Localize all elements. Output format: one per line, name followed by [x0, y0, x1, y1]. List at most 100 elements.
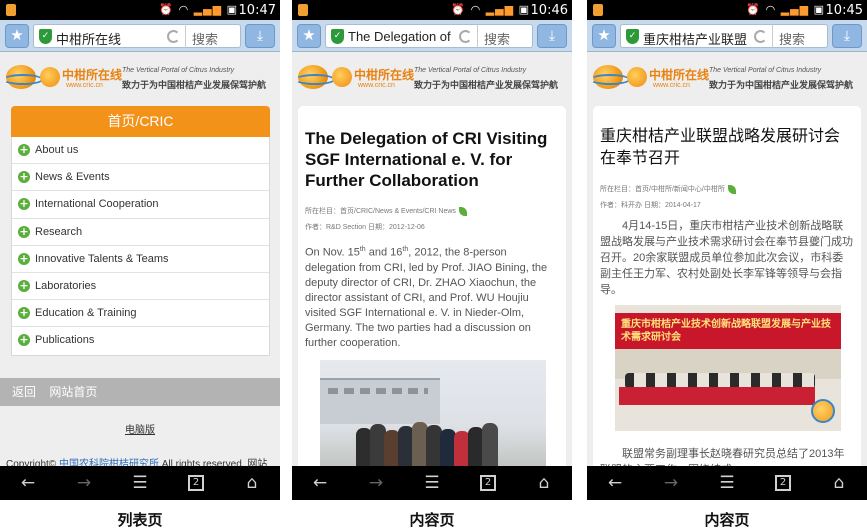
- phone-content-page-en: ⏰ ◠ ▂▄▆ ▣ 10:46 ★ ✓ The Delegation of C …: [292, 0, 572, 500]
- article-card: The Delegation of CRI Visiting SGF Inter…: [298, 106, 566, 466]
- article-column: 所在栏目：首页/中柑所/新闻中心/中柑所: [600, 184, 855, 194]
- reload-icon[interactable]: [754, 30, 767, 43]
- address-bar[interactable]: ✓ The Delegation of C: [325, 24, 477, 48]
- android-nav-bar: ← → ☰ 2 ⌂: [292, 466, 572, 500]
- body-text-2: and 16: [365, 246, 403, 259]
- desktop-version-link[interactable]: 电脑版: [0, 421, 280, 436]
- site-header: 中柑所在线 www.cric.cn The Vertical Portal of…: [0, 53, 280, 101]
- column-path: 所在栏目：首页/CRIC/News & Events/CRI News: [305, 208, 456, 215]
- tabs-icon[interactable]: 2: [460, 466, 516, 500]
- menu-item-laboratories[interactable]: + Laboratories: [12, 273, 269, 301]
- shield-icon: ✓: [331, 29, 344, 44]
- back-arrow-icon[interactable]: ←: [0, 466, 56, 500]
- reload-icon[interactable]: [167, 30, 180, 43]
- browser-toolbar: ★ ✓ The Delegation of C 搜索 ⤓: [292, 20, 572, 52]
- article-body: On Nov. 15th and 16th, 2012, the 8-perso…: [305, 242, 559, 351]
- download-button[interactable]: ⤓: [537, 24, 567, 48]
- menu-icon[interactable]: ☰: [699, 466, 755, 500]
- notification-icon: [593, 4, 603, 16]
- body-text-1: On Nov. 15: [305, 246, 360, 259]
- shield-icon: ✓: [39, 29, 52, 44]
- menu-item-international-cooperation[interactable]: + International Cooperation: [12, 191, 269, 219]
- search-input[interactable]: 搜索: [477, 24, 533, 48]
- bookmark-star-button[interactable]: ★: [297, 24, 321, 48]
- site-home-link[interactable]: 网站首页: [49, 385, 97, 399]
- status-icons: ⏰ ◠ ▂▄▆ ▣: [746, 3, 825, 16]
- site-logo-text: 中柑所在线: [354, 68, 415, 82]
- forward-arrow-icon[interactable]: →: [643, 466, 699, 500]
- menu-item-label: Innovative Talents & Teams: [35, 252, 169, 265]
- forward-arrow-icon[interactable]: →: [348, 466, 404, 500]
- plus-icon: +: [18, 224, 30, 238]
- home-icon[interactable]: ⌂: [516, 466, 572, 500]
- meeting-photo: 重庆市柑桔产业技术创新战略联盟发展与产业技术需求研讨会: [615, 305, 841, 431]
- forward-arrow-icon[interactable]: →: [56, 466, 112, 500]
- tabs-icon[interactable]: 2: [755, 466, 811, 500]
- status-time: 10:47: [238, 3, 276, 18]
- search-input[interactable]: 搜索: [185, 24, 241, 48]
- bookmark-star-button[interactable]: ★: [592, 24, 616, 48]
- home-icon[interactable]: ⌂: [811, 466, 867, 500]
- status-icons: ⏰ ◠ ▂▄▆ ▣: [159, 3, 238, 16]
- back-arrow-icon[interactable]: ←: [587, 466, 643, 500]
- tabs-icon[interactable]: 2: [168, 466, 224, 500]
- cric-logo-icon: [811, 399, 835, 423]
- menu-item-research[interactable]: + Research: [12, 219, 269, 246]
- back-arrow-icon[interactable]: ←: [292, 466, 348, 500]
- address-bar[interactable]: ✓ 重庆柑桔产业联盟战: [620, 24, 772, 48]
- slogan-cn: 致力于为中国柑桔产业发展保驾护航: [709, 80, 854, 90]
- plus-icon: +: [18, 306, 30, 320]
- site-logo-text: 中柑所在线: [649, 68, 710, 82]
- menu-item-innovative-talents[interactable]: + Innovative Talents & Teams: [12, 246, 269, 273]
- reload-icon[interactable]: [459, 30, 472, 43]
- search-input[interactable]: 搜索: [772, 24, 828, 48]
- menu-icon[interactable]: ☰: [112, 466, 168, 500]
- slogan-en: The Vertical Portal of Citrus Industry: [122, 67, 235, 74]
- menu-item-publications[interactable]: + Publications: [12, 327, 269, 354]
- status-icons: ⏰ ◠ ▂▄▆ ▣: [451, 3, 530, 16]
- delegation-group-photo: [320, 360, 546, 466]
- menu-item-label: Education & Training: [35, 307, 137, 320]
- phone-content-page-zh: ⏰ ◠ ▂▄▆ ▣ 10:45 ★ ✓ 重庆柑桔产业联盟战 搜索 ⤓ 中柑所在线…: [587, 0, 867, 500]
- site-header: 中柑所在线 www.cric.cn The Vertical Portal of…: [587, 53, 867, 101]
- menu-item-label: Laboratories: [35, 279, 97, 292]
- download-button[interactable]: ⤓: [245, 24, 275, 48]
- site-logo-text: 中柑所在线: [62, 68, 123, 82]
- site-logo-url: www.cric.cn: [653, 82, 690, 89]
- caption-content-page: 内容页: [409, 512, 455, 529]
- menu-item-education-training[interactable]: + Education & Training: [12, 300, 269, 328]
- menu-item-label: News & Events: [35, 171, 110, 184]
- bookmark-star-button[interactable]: ★: [5, 24, 29, 48]
- article-title: 重庆柑桔产业联盟战略发展研讨会在奉节召开: [600, 128, 841, 167]
- orange-logo-icon: [627, 67, 647, 87]
- article-author-date: 作者：R&D Section 日期：2012-12-06: [305, 224, 425, 231]
- address-text: The Delegation of C: [348, 29, 453, 44]
- article-body-continued: 联盟常务副理事长赵晓春研究员总结了2013年联盟的主要工作，围绕结成: [600, 448, 845, 466]
- menu-icon[interactable]: ☰: [404, 466, 460, 500]
- plus-icon: +: [18, 197, 30, 211]
- plus-icon: +: [18, 170, 30, 184]
- plus-icon: +: [18, 278, 30, 292]
- article-column: 所在栏目：首页/CRIC/News & Events/CRI News: [305, 206, 560, 216]
- back-link[interactable]: 返回: [12, 385, 36, 399]
- notification-icon: [298, 4, 308, 16]
- column-path: 所在栏目：首页/中柑所/新闻中心/中柑所: [600, 186, 725, 193]
- plus-icon: +: [18, 143, 30, 156]
- status-bar: ⏰ ◠ ▂▄▆ ▣ 10:46: [292, 0, 572, 20]
- android-nav-bar: ← → ☰ 2 ⌂: [587, 466, 867, 500]
- menu-item-about-us[interactable]: + About us: [12, 137, 269, 165]
- address-bar[interactable]: ✓ 中柑所在线: [33, 24, 185, 48]
- home-icon[interactable]: ⌂: [224, 466, 280, 500]
- menu-item-label: Publications: [35, 334, 95, 347]
- home-header[interactable]: 首页/CRIC: [11, 106, 270, 137]
- slogan-en: The Vertical Portal of Citrus Industry: [709, 67, 822, 74]
- globe-logo-icon: [590, 65, 630, 89]
- slogan-cn: 致力于为中国柑桔产业发展保驾护航: [122, 80, 267, 90]
- menu-item-news-events[interactable]: + News & Events: [12, 164, 269, 192]
- menu-item-label: International Cooperation: [35, 198, 159, 211]
- photo-table: [619, 387, 815, 405]
- caption-list-page: 列表页: [117, 512, 163, 529]
- status-time: 10:45: [825, 3, 863, 18]
- article-card: 重庆柑桔产业联盟战略发展研讨会在奉节召开 所在栏目：首页/中柑所/新闻中心/中柑…: [593, 106, 861, 466]
- download-button[interactable]: ⤓: [832, 24, 862, 48]
